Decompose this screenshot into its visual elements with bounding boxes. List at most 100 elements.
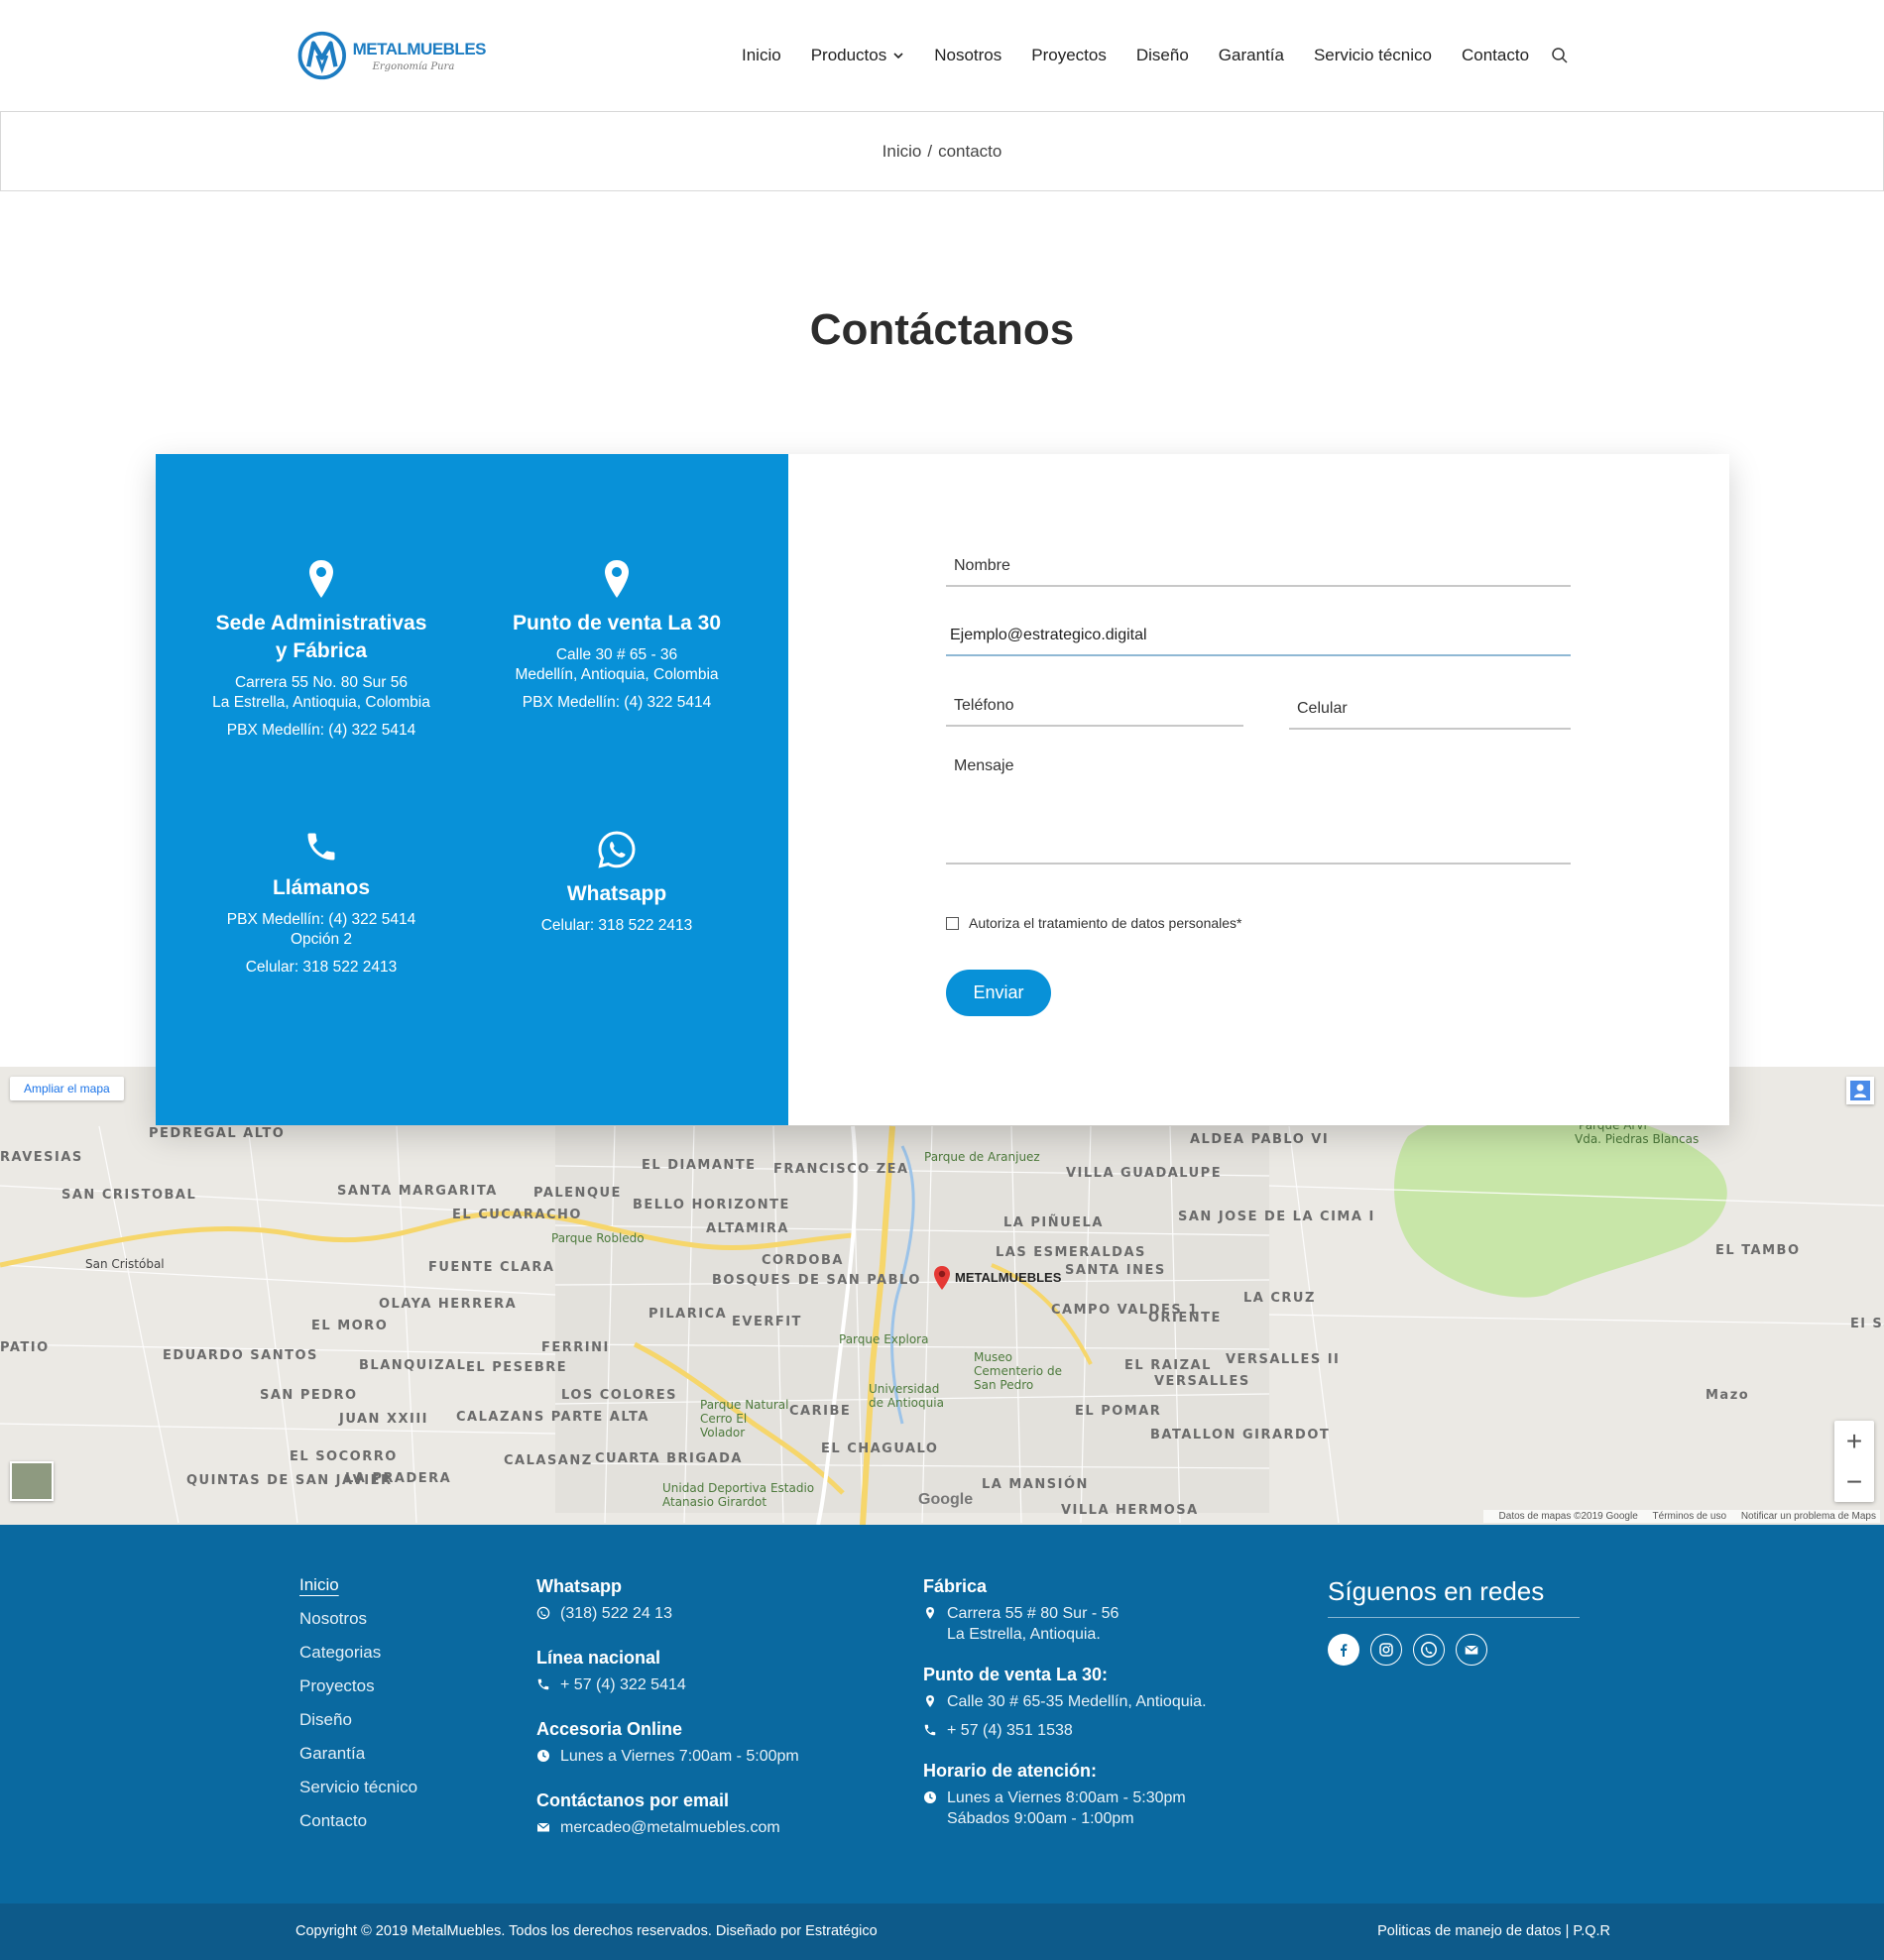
map-label: EL CUCARACHO bbox=[452, 1208, 582, 1222]
legal-separator: | bbox=[1565, 1923, 1570, 1939]
policy-link[interactable]: Politicas de manejo de datos bbox=[1377, 1923, 1561, 1939]
map-label: RAVESIAS bbox=[0, 1150, 83, 1165]
nav-diseno[interactable]: Diseño bbox=[1136, 46, 1189, 65]
social-links bbox=[1328, 1634, 1580, 1666]
whatsapp-icon bbox=[536, 1606, 550, 1620]
map-place: Unidad Deportiva Estadio Atanasio Girard… bbox=[662, 1481, 815, 1509]
footer-link-contacto[interactable]: Contacto bbox=[299, 1804, 417, 1838]
map-label: SANTA MARGARITA bbox=[337, 1184, 498, 1199]
instagram-icon[interactable] bbox=[1370, 1634, 1402, 1666]
footer-link-garantia[interactable]: Garantía bbox=[299, 1737, 417, 1771]
instagram-glyph bbox=[1379, 1643, 1393, 1657]
map-label: El Sa bbox=[1850, 1317, 1884, 1331]
nav-servicio-tecnico[interactable]: Servicio técnico bbox=[1314, 46, 1432, 65]
map-label: ALTAMIRA bbox=[706, 1221, 789, 1236]
whatsapp-icon[interactable] bbox=[1413, 1634, 1445, 1666]
street-view-icon[interactable] bbox=[1846, 1077, 1874, 1104]
email-icon[interactable] bbox=[1456, 1634, 1487, 1666]
footer-link-inicio[interactable]: Inicio bbox=[299, 1568, 417, 1602]
satellite-toggle[interactable] bbox=[10, 1461, 54, 1501]
nav-inicio[interactable]: Inicio bbox=[742, 46, 781, 65]
map-label: VILLA GUADALUPE bbox=[1066, 1166, 1223, 1181]
location-pin-icon bbox=[926, 1607, 934, 1619]
consent-checkbox[interactable] bbox=[946, 916, 959, 930]
location-pin-icon bbox=[309, 560, 333, 598]
footer-link-proyectos[interactable]: Proyectos bbox=[299, 1670, 417, 1703]
map-label: LA PRADERA bbox=[345, 1471, 452, 1486]
footer-link-categorias[interactable]: Categorias bbox=[299, 1636, 417, 1670]
map-label: LA PIÑUELA bbox=[1003, 1215, 1104, 1230]
site-footer: Inicio Nosotros Categorias Proyectos Dis… bbox=[0, 1525, 1884, 1903]
envelope-icon bbox=[536, 1822, 550, 1832]
sede-title-2: y Fábrica bbox=[275, 639, 368, 662]
map-label: EL POMAR bbox=[1075, 1404, 1162, 1419]
nav-nosotros[interactable]: Nosotros bbox=[934, 46, 1001, 65]
map-label: PEDREGAL ALTO bbox=[149, 1126, 286, 1141]
phone-input[interactable] bbox=[946, 687, 1243, 727]
map-terms-link[interactable]: Términos de uso bbox=[1653, 1511, 1726, 1522]
map-place: Parque Natural Cerro El Volador bbox=[700, 1398, 789, 1440]
footer-social-col: Síguenos en redes bbox=[1328, 1576, 1580, 1666]
map-label: EVERFIT bbox=[732, 1315, 802, 1329]
footer-punto-address: Calle 30 # 65-35 Medellín, Antioquia. bbox=[947, 1693, 1207, 1710]
nav-productos[interactable]: Productos bbox=[811, 46, 905, 65]
map-label: LA CRUZ bbox=[1243, 1291, 1316, 1306]
logo-icon bbox=[297, 31, 346, 80]
brand-logo[interactable]: METALMUEBLES Ergonomía Pura bbox=[297, 17, 487, 94]
map-label: SAN PEDRO bbox=[260, 1388, 358, 1403]
map-label: SAN CRISTOBAL bbox=[61, 1188, 197, 1203]
sede-info: Sede Administrativas y Fábrica Carrera 5… bbox=[195, 558, 447, 741]
nav-proyectos[interactable]: Proyectos bbox=[1031, 46, 1107, 65]
zoom-in-button[interactable]: + bbox=[1834, 1421, 1874, 1461]
map-place: Parque de Aranjuez bbox=[924, 1150, 1040, 1164]
footer-link-diseno[interactable]: Diseño bbox=[299, 1703, 417, 1737]
map-data-credit: Datos de mapas ©2019 Google bbox=[1498, 1511, 1638, 1522]
sede-pbx: PBX Medellín: (4) 322 5414 bbox=[226, 722, 416, 739]
breadcrumb-home[interactable]: Inicio bbox=[883, 142, 922, 162]
footer-email[interactable]: mercadeo@metalmuebles.com bbox=[560, 1817, 780, 1838]
footer-accesoria-title: Accesoria Online bbox=[536, 1719, 683, 1739]
phone-icon bbox=[924, 1724, 936, 1736]
map-marker-icon[interactable] bbox=[932, 1265, 952, 1291]
email-input[interactable] bbox=[946, 617, 1571, 656]
whatsapp-info: Whatsapp Celular: 318 522 2413 bbox=[493, 829, 741, 936]
footer-linea[interactable]: + 57 (4) 322 5414 bbox=[560, 1674, 686, 1695]
facebook-icon[interactable] bbox=[1328, 1634, 1359, 1666]
google-map[interactable]: PEDREGAL ALTO RAVESIAS SAN CRISTOBAL SAN… bbox=[0, 1067, 1884, 1525]
breadcrumb-separator: / bbox=[927, 141, 933, 161]
consent-label: Autoriza el tratamiento de datos persona… bbox=[969, 915, 1242, 931]
map-place: Museo Cementerio de San Pedro bbox=[974, 1350, 1062, 1392]
nav-garantia[interactable]: Garantía bbox=[1219, 46, 1284, 65]
mobile-input[interactable] bbox=[1289, 690, 1571, 730]
map-label: EDUARDO SANTOS bbox=[163, 1348, 318, 1363]
map-label: FERRINI bbox=[541, 1340, 610, 1355]
bottom-bar: Copyright © 2019 MetalMuebles. Todos los… bbox=[0, 1903, 1884, 1960]
footer-punto-phone[interactable]: + 57 (4) 351 1538 bbox=[947, 1720, 1073, 1741]
footer-link-nosotros[interactable]: Nosotros bbox=[299, 1602, 417, 1636]
message-textarea[interactable] bbox=[946, 746, 1571, 865]
footer-whatsapp[interactable]: (318) 522 24 13 bbox=[560, 1603, 672, 1624]
expand-map-button[interactable]: Ampliar el mapa bbox=[10, 1077, 124, 1100]
map-label: EL TAMBO bbox=[1715, 1243, 1801, 1258]
send-button[interactable]: Enviar bbox=[946, 970, 1051, 1016]
zoom-out-button[interactable]: − bbox=[1834, 1461, 1874, 1502]
consent-checkbox-row[interactable]: Autoriza el tratamiento de datos persona… bbox=[946, 915, 1242, 931]
map-label: VERSALLES bbox=[1154, 1374, 1250, 1389]
nav-contacto[interactable]: Contacto bbox=[1462, 46, 1529, 65]
footer-fabrica-2: La Estrella, Antioquia. bbox=[947, 1626, 1101, 1643]
name-input[interactable] bbox=[946, 547, 1571, 587]
map-marker-label: METALMUEBLES bbox=[955, 1270, 1062, 1285]
footer-whatsapp-title: Whatsapp bbox=[536, 1576, 623, 1596]
map-place: San Cristóbal bbox=[85, 1257, 165, 1271]
brand-name: METALMUEBLES bbox=[352, 39, 487, 58]
footer-horario-1: Lunes a Viernes 8:00am - 5:30pm bbox=[947, 1789, 1186, 1806]
search-icon[interactable] bbox=[1551, 47, 1569, 64]
map-place: Parque Explora bbox=[839, 1332, 929, 1346]
location-pin-icon bbox=[926, 1695, 934, 1707]
footer-link-servicio-tecnico[interactable]: Servicio técnico bbox=[299, 1771, 417, 1804]
page-title: Contáctanos bbox=[809, 305, 1075, 354]
map-report-link[interactable]: Notificar un problema de Maps bbox=[1741, 1511, 1876, 1522]
map-label: FUENTE CLARA bbox=[428, 1260, 555, 1275]
map-label: BELLO HORIZONTE bbox=[633, 1198, 790, 1212]
pqr-link[interactable]: P.Q.R bbox=[1573, 1923, 1610, 1939]
